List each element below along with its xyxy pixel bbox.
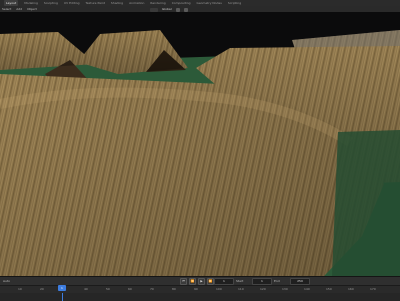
current-frame-field[interactable]: 1	[214, 278, 234, 285]
tick-130: 130	[282, 287, 288, 291]
tick-100: 100	[216, 287, 222, 291]
end-frame-field[interactable]: 250	[290, 278, 310, 285]
next-keyframe-icon[interactable]: ⏩	[207, 278, 214, 285]
tick-40: 40	[84, 287, 88, 291]
proportional-editing-icon[interactable]	[183, 7, 188, 12]
right-green-ground	[332, 130, 400, 276]
tick-50: 50	[106, 287, 110, 291]
tick-110: 110	[238, 287, 244, 291]
transform-orientation-icon[interactable]	[150, 7, 158, 12]
start-label: Start	[236, 279, 244, 283]
timeline-playhead[interactable]: 1	[58, 285, 66, 291]
tick-90: 90	[194, 287, 198, 291]
tick-80: 80	[172, 287, 176, 291]
play-icon[interactable]: ▶	[198, 278, 205, 285]
start-frame-field[interactable]: 1	[252, 278, 272, 285]
timeline-panel: Auto ⏮ ⏪ ▶ ⏩ ⏭ 1 Start 1 End 250 10 20 4…	[0, 276, 400, 301]
prev-keyframe-icon[interactable]: ⏪	[189, 278, 196, 285]
tick-70: 70	[150, 287, 154, 291]
timeline-auto-label: Auto	[3, 279, 10, 283]
tick-20: 20	[40, 287, 44, 291]
scene-render	[0, 12, 400, 276]
tick-60: 60	[128, 287, 132, 291]
tick-160: 160	[348, 287, 354, 291]
jump-start-icon[interactable]: ⏮	[180, 278, 187, 285]
tick-150: 150	[326, 287, 332, 291]
tick-170: 170	[370, 287, 376, 291]
tick-10: 10	[18, 287, 22, 291]
end-label: End	[274, 279, 280, 283]
3d-viewport[interactable]	[0, 12, 400, 276]
tick-120: 120	[260, 287, 266, 291]
snap-icon[interactable]	[175, 7, 180, 12]
tick-140: 140	[304, 287, 310, 291]
